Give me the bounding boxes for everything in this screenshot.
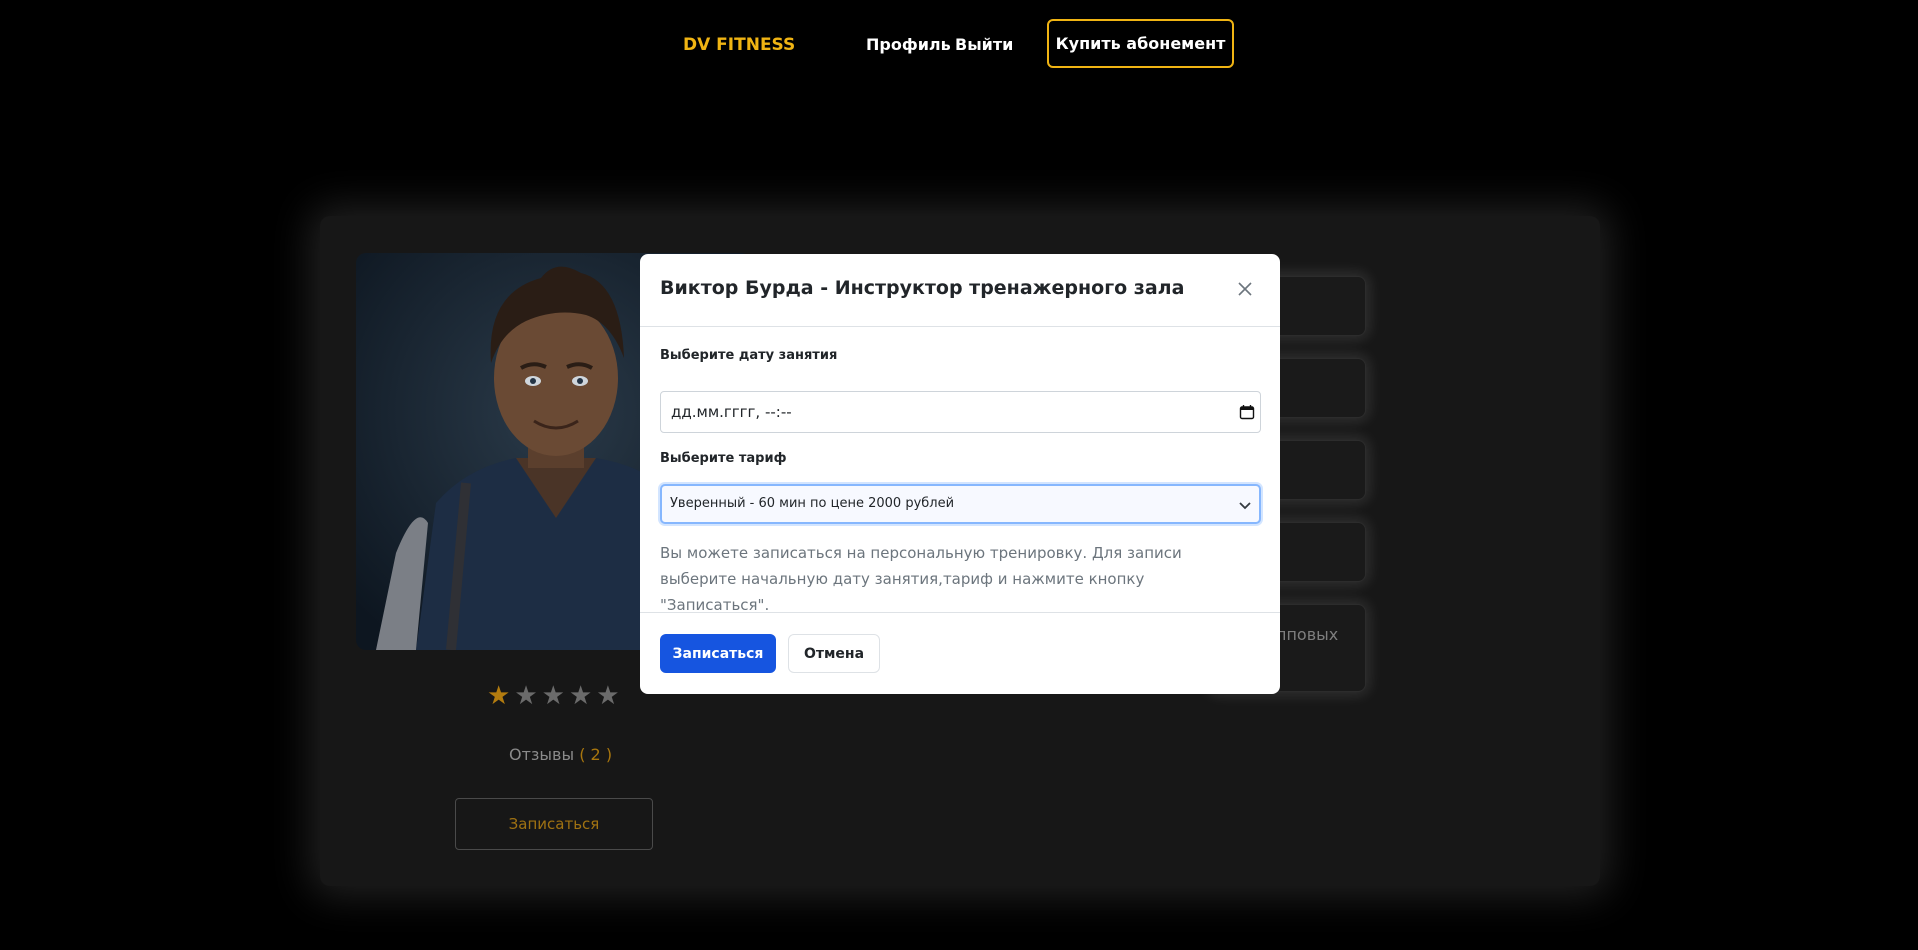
date-label: Выберите дату занятия [660, 348, 838, 363]
tariff-selected-value: Уверенный - 60 мин по цене 2000 рублей [670, 496, 955, 511]
chevron-down-icon [1239, 502, 1251, 510]
nav-profile-link[interactable]: Профиль [866, 35, 951, 54]
submit-button[interactable]: Записаться [660, 634, 776, 673]
close-icon[interactable] [1236, 280, 1254, 298]
star-icon[interactable]: ★ [514, 683, 537, 709]
date-input[interactable]: дд.мм.гггг, --:-- [660, 391, 1261, 433]
tariff-label: Выберите тариф [660, 451, 787, 466]
modal-header: Виктор Бурда - Инструктор тренажерного з… [640, 254, 1280, 327]
card-book-button[interactable]: Записаться [455, 798, 653, 850]
nav-logout-link[interactable]: Выйти [955, 35, 1013, 54]
star-icon[interactable]: ★ [542, 683, 565, 709]
star-icon[interactable]: ★ [596, 683, 619, 709]
rating-stars: ★ ★ ★ ★ ★ [487, 683, 620, 709]
cancel-button[interactable]: Отмена [788, 634, 880, 673]
date-input-value: дд.мм.гггг, --:-- [671, 403, 792, 421]
calendar-icon[interactable] [1239, 404, 1255, 420]
reviews-link[interactable]: Отзывы ( 2 ) [509, 745, 612, 764]
buy-subscription-button[interactable]: Купить абонемент [1047, 19, 1234, 68]
top-navbar: DV FITNESS Профиль Выйти Купить абонемен… [0, 0, 1918, 90]
brand-logo[interactable]: DV FITNESS [683, 35, 795, 55]
reviews-count: ( 2 ) [579, 745, 613, 764]
modal-footer: Записаться Отмена [640, 612, 1280, 694]
help-text: Вы можете записаться на персональную тре… [660, 544, 1182, 614]
star-icon[interactable]: ★ [569, 683, 592, 709]
reviews-label: Отзывы [509, 745, 575, 764]
modal-title: Виктор Бурда - Инструктор тренажерного з… [660, 277, 1185, 299]
booking-modal: Виктор Бурда - Инструктор тренажерного з… [640, 254, 1280, 694]
star-icon[interactable]: ★ [487, 683, 510, 709]
tariff-select[interactable]: Уверенный - 60 мин по цене 2000 рублей [660, 484, 1261, 524]
